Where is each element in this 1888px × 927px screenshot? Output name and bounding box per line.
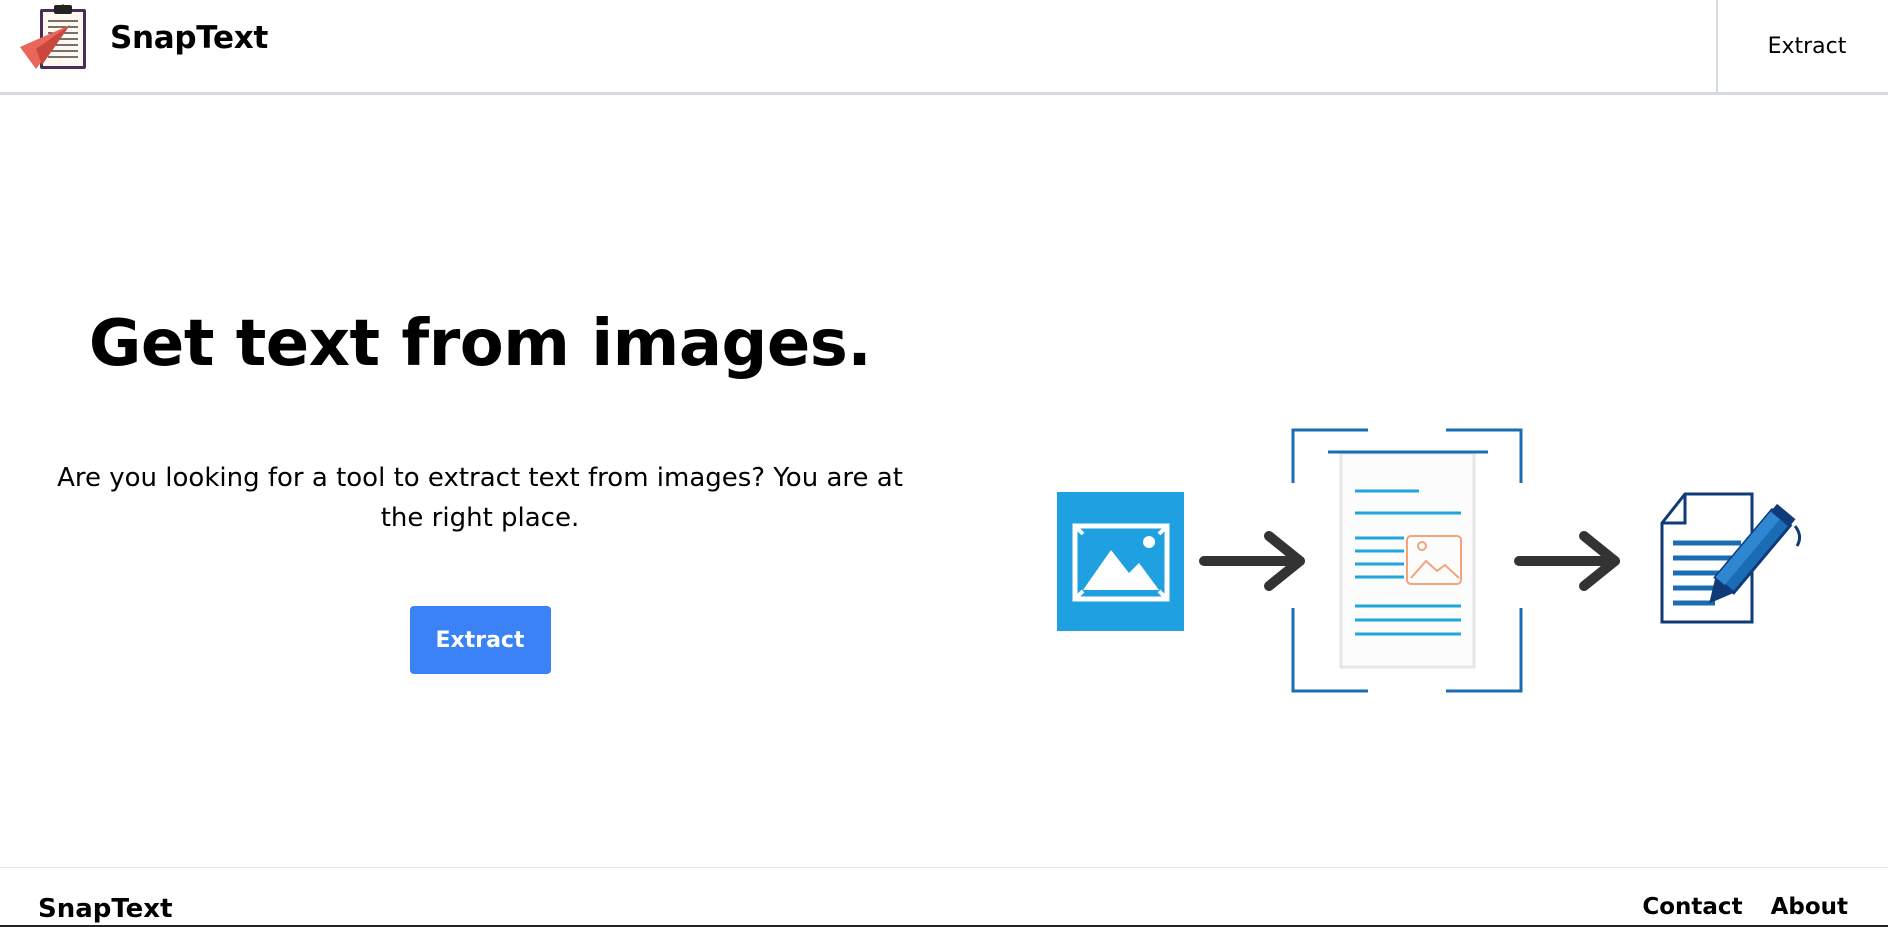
brand-link[interactable]: SnapText	[18, 3, 268, 73]
footer-nav: Contact About	[1642, 892, 1848, 922]
footer-brand: SnapText	[38, 894, 173, 924]
clipboard-logo-icon	[20, 4, 86, 69]
image-icon	[1057, 492, 1184, 631]
brand-name: SnapText	[110, 20, 268, 56]
footer-link-contact[interactable]: Contact	[1642, 892, 1742, 922]
nav-extract-link[interactable]: Extract	[1718, 0, 1888, 92]
image-to-text-illustration	[1057, 428, 1802, 693]
edit-document-icon	[1660, 492, 1802, 624]
arrow-right-icon	[1514, 531, 1620, 591]
navbar: SnapText Extract	[0, 0, 1888, 95]
extract-button[interactable]: Extract	[409, 606, 551, 674]
footer-link-about[interactable]: About	[1771, 892, 1848, 922]
arrow-right-icon	[1199, 531, 1305, 591]
hero-description: Are you looking for a tool to extract te…	[57, 463, 903, 533]
scanned-document-icon	[1291, 428, 1523, 693]
hero-text-block: Get text from images. Are you looking fo…	[40, 300, 920, 674]
hero-title: Get text from images.	[88, 307, 872, 381]
footer-divider	[0, 867, 1888, 868]
